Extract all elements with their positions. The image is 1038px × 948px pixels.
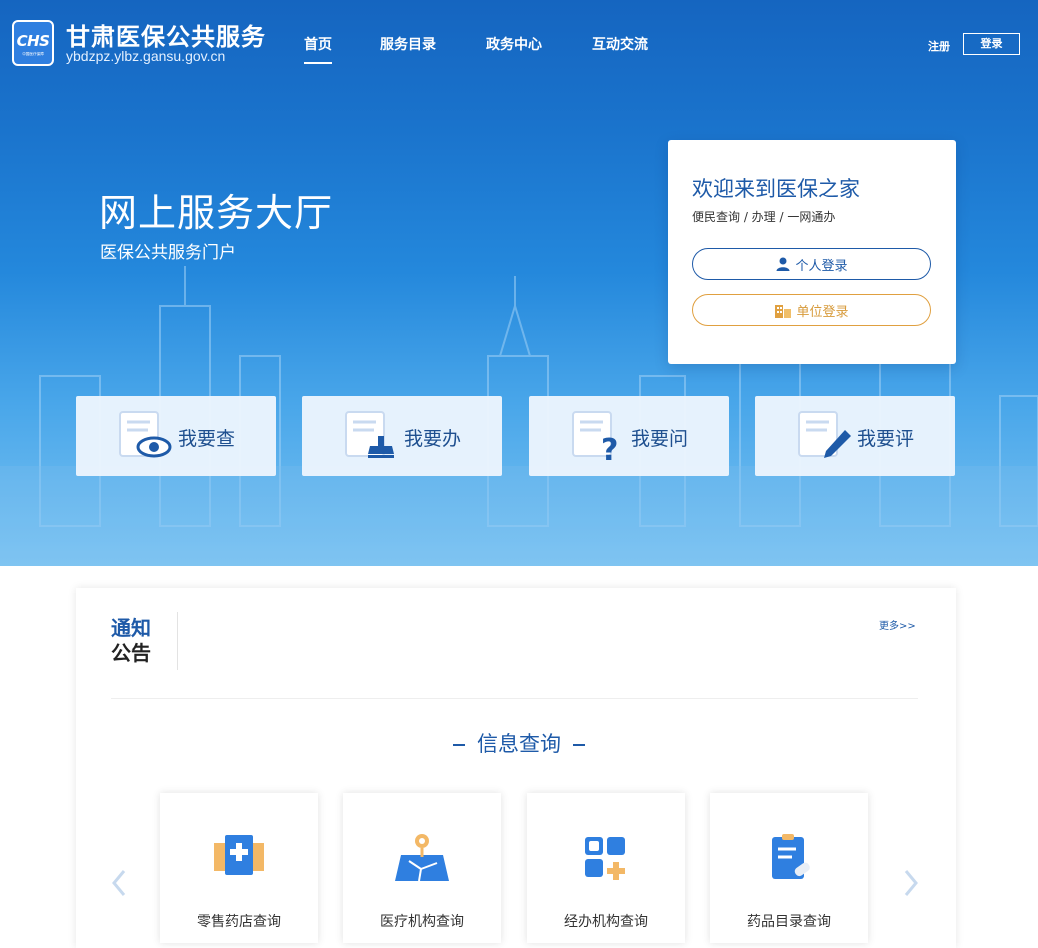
register-link[interactable]: 注册 [928, 38, 950, 54]
quick-action-label: 我要评 [857, 428, 915, 450]
nav-service-catalog[interactable]: 服务目录 [380, 34, 436, 54]
quick-action-query[interactable]: 我要查 [76, 396, 276, 476]
service-card-medical-institution[interactable]: 医疗机构查询 [343, 793, 501, 943]
login-card-subtitle: 便民查询 / 办理 / 一网通办 [692, 210, 836, 224]
quick-action-label: 我要查 [178, 428, 236, 450]
notice-title: 通知 公告 [111, 616, 161, 666]
carousel-prev-icon[interactable] [110, 868, 128, 898]
info-query-heading: 信息查询 [0, 728, 1038, 758]
company-login-button[interactable]: 单位登录 [692, 294, 931, 326]
grid-plus-icon [585, 837, 625, 880]
doc-eye-icon [119, 411, 172, 458]
doc-stamp-icon [345, 411, 394, 458]
service-card-pharmacy[interactable]: 零售药店查询 [160, 793, 318, 943]
service-card-agency[interactable]: 经办机构查询 [527, 793, 685, 943]
heading-dash-right [573, 744, 585, 746]
quick-action-ask[interactable]: ? 我要问 [529, 396, 729, 476]
map-location-icon [395, 834, 449, 882]
personal-login-button[interactable]: 个人登录 [692, 248, 931, 280]
doc-pen-icon [798, 411, 851, 458]
info-query-heading-text: 信息查询 [477, 732, 561, 756]
section-divider [111, 698, 918, 699]
svg-text:?: ? [601, 433, 618, 462]
notice-title-line1: 通知 [111, 616, 151, 640]
chs-logo[interactable]: CHS 中国医疗保障 [12, 20, 54, 66]
quick-action-label: 我要办 [404, 428, 462, 450]
pharmacy-icon [214, 835, 264, 875]
user-icon [776, 257, 790, 271]
header-login-button[interactable]: 登录 [963, 33, 1020, 55]
site-url: ybdzpz.ylbz.gansu.gov.cn [66, 48, 226, 64]
heading-dash-left [453, 744, 465, 746]
service-card-label: 医疗机构查询 [380, 914, 464, 930]
quick-action-evaluate[interactable]: 我要评 [755, 396, 955, 476]
login-card: 欢迎来到医保之家 便民查询 / 办理 / 一网通办 个人登录 单位登录 [668, 140, 956, 364]
nav-interaction[interactable]: 互动交流 [592, 34, 648, 54]
hero-subtitle: 医保公共服务门户 [100, 243, 236, 263]
service-card-label: 经办机构查询 [564, 914, 648, 930]
nav-government-center[interactable]: 政务中心 [486, 34, 542, 54]
nav-home[interactable]: 首页 [304, 34, 332, 64]
personal-login-label: 个人登录 [795, 258, 848, 274]
site-title: 甘肃医保公共服务 [66, 23, 266, 51]
service-card-label: 药品目录查询 [747, 914, 831, 930]
building-icon [775, 305, 792, 318]
quick-action-label: 我要问 [631, 428, 689, 450]
clipboard-icon [772, 834, 810, 879]
hero-title: 网上服务大厅 [99, 191, 334, 235]
service-card-drug-catalog[interactable]: 药品目录查询 [710, 793, 868, 943]
quick-action-handle[interactable]: 我要办 [302, 396, 502, 476]
doc-question-icon: ? [572, 411, 618, 462]
notice-divider [177, 612, 178, 670]
company-login-label: 单位登录 [796, 304, 849, 320]
login-card-title: 欢迎来到医保之家 [692, 177, 860, 201]
hero-banner: CHS 中国医疗保障 甘肃医保公共服务 ybdzpz.ylbz.gansu.go… [0, 0, 1038, 566]
service-card-label: 零售药店查询 [197, 914, 281, 930]
logo-subtext: 中国医疗保障 [22, 51, 44, 56]
notice-more-link[interactable]: 更多>> [879, 617, 916, 632]
notice-title-line2: 公告 [111, 641, 151, 665]
logo-text: CHS [16, 32, 50, 50]
carousel-next-icon[interactable] [902, 868, 920, 898]
